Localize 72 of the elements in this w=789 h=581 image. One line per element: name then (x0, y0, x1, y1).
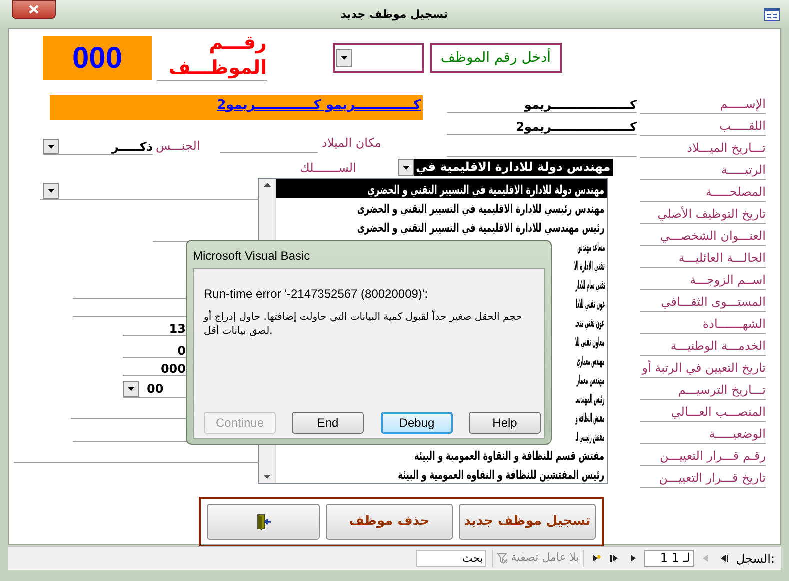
field-label: الشهـــــــادة (702, 316, 766, 333)
dropdown-button[interactable] (43, 183, 59, 199)
filter-label: بلا عامل تصفية (511, 550, 580, 566)
combo-value: 00 (146, 381, 164, 398)
field-label: تاريخ التوظيف الأصلي (658, 206, 766, 223)
field-label: الموظـــف (168, 56, 267, 80)
dialog-title: Microsoft Visual Basic (193, 248, 310, 265)
dropdown-button[interactable] (336, 49, 352, 67)
action-button[interactable]: حذف موظف (326, 504, 453, 540)
field-label: رقـــم (209, 31, 267, 55)
caret-icon (128, 387, 134, 391)
previous-record-icon (702, 554, 711, 563)
dropdown-button[interactable] (123, 381, 139, 397)
first-record-icon (720, 554, 729, 563)
caret-icon (340, 56, 348, 60)
form-icon (764, 8, 780, 21)
filter-icon (497, 553, 508, 564)
combo-value: ذكـــــر (110, 138, 153, 156)
last-record-icon (610, 554, 619, 563)
list-item[interactable]: رئيس المفتشين للنظافة و النقاوة العمومية و البيئة (276, 464, 607, 483)
window-title: تسجيل موظف جديد (340, 7, 450, 23)
action-button[interactable]: تسجيل موظف جديد (459, 504, 596, 540)
field-label: الســـــــلك (300, 160, 356, 177)
record-label: السجل: (736, 550, 775, 568)
employee-lookup-combo[interactable] (333, 43, 424, 73)
down-arrow-icon (264, 475, 270, 479)
field-label: اللقـــــب (720, 118, 766, 135)
full-name-field: كـــــــــــــريمو كـــــــــــــريمو2 (50, 95, 423, 120)
field-label: تـــاريخ الميـــلاد (687, 140, 766, 157)
up-arrow-icon (264, 183, 270, 187)
field-label: العنـــوان الشخصـــي (660, 228, 766, 245)
new-record-icon (592, 554, 601, 563)
field-label: المصلحـــــة (706, 184, 766, 201)
error-message: حجم الحقل صغير جداً لقبول كمية البيانات التي حاولت إضافتها. حاول إدراج أو لصق بيانات أقل. (204, 311, 539, 339)
close-button[interactable] (12, 0, 56, 19)
dropdown-button[interactable] (43, 139, 59, 154)
field-label: الوضعيـــــة (709, 426, 766, 443)
caret-icon (48, 144, 54, 148)
close-icon (29, 5, 39, 14)
field-label: الحالـــة العائليـــة (678, 250, 766, 267)
input-field[interactable]: كـــــــــــــــــــريمو2 (447, 114, 637, 135)
search-field[interactable]: بحث (416, 550, 486, 567)
caret-icon (48, 189, 54, 193)
employee-number-field[interactable]: 000 (43, 36, 152, 80)
field-label: تاريخ قـــرار التعييـــن (659, 470, 766, 487)
field-label: المستـــوى الثقـــافي (661, 294, 766, 311)
caret-icon (402, 166, 410, 170)
field-label: رقـم قـــرار التعييـــن (660, 448, 766, 465)
field-label: الإســـــم (720, 96, 766, 113)
field-label: الجنـــس (156, 138, 200, 155)
input-field[interactable]: كـــــــــــــــــــريمو (447, 92, 637, 113)
exit-button[interactable] (207, 504, 320, 540)
dialog-button[interactable]: Debug (381, 412, 453, 434)
field-label: المنصـــب العـــالي (671, 404, 766, 421)
gender-combo[interactable]: ذكـــــر (43, 139, 153, 155)
field-label: الرتبـــــة (721, 162, 766, 179)
door-arrow-icon (256, 514, 272, 530)
field-label: تـــاريخ الترسيـــم (678, 382, 766, 399)
list-item[interactable]: مهندس رئيسي للادارة الاقليمية في التسيير التقني و الحضري (276, 198, 607, 217)
record-field[interactable]: 1 لـ 1 (644, 550, 694, 567)
dropdown-button[interactable] (398, 159, 414, 176)
lookup-label: أدخل رقم الموظف (430, 43, 562, 73)
error-text: Run-time error '-2147352567 (80020009)': (204, 286, 428, 303)
input-combo[interactable] (40, 183, 258, 200)
list-item[interactable]: مهندس دولة للادارة الاقليمية في التسيير التقني و الحضري (276, 179, 607, 198)
field-label: تاريخ التعيين في الرتبة أو (642, 360, 766, 377)
dialog-button[interactable]: Help (469, 412, 541, 434)
list-item[interactable]: رئيس مهندسي للادارة الاقليمية في التسيير التقني و الحضري (276, 217, 607, 236)
field-label: اســم الزوجـــة (690, 272, 766, 289)
list-item[interactable]: مفتش قسم للنظافة و النقاوة العمومية و البيئة (276, 445, 607, 464)
dialog-button[interactable]: End (292, 412, 364, 434)
field-label: الخدمـــة الوطنيـــة (670, 338, 766, 355)
